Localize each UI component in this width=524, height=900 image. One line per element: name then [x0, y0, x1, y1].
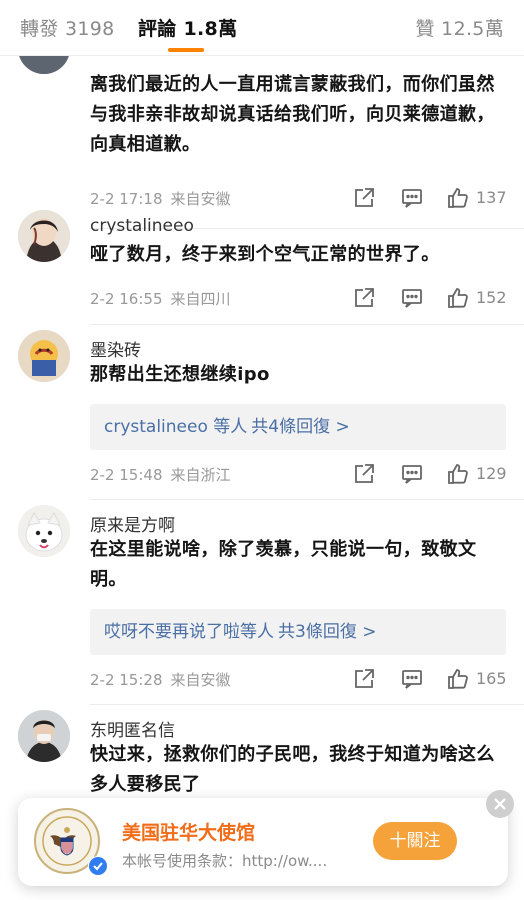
- like-icon[interactable]: [446, 462, 470, 486]
- verified-icon: [88, 856, 108, 876]
- comment-list[interactable]: 离我们最近的人一直用谎言蒙蔽我们，而你们虽然与我非亲非故却说真话给我们听，向贝莱…: [0, 56, 524, 900]
- comment-text: 哑了数月，终于来到个空气正常的世界了。: [90, 244, 440, 265]
- like-count: 152: [476, 288, 507, 307]
- replies-preview[interactable]: crystalineeo 等人 共4條回復 >: [90, 404, 506, 450]
- comment-username[interactable]: 东明匿名信: [90, 716, 175, 741]
- comment-item: crystalineeo 哑了数月，终于来到个空气正常的世界了。 2-2 16:…: [0, 204, 524, 325]
- like-icon[interactable]: [446, 286, 470, 310]
- comment-item: 原来是方啊 在这里能说啥，除了羡慕，只能说一句，致敬文明。 哎呀不要再说了啦等人…: [0, 499, 524, 705]
- tab-reposts[interactable]: 轉發 3198: [20, 14, 115, 41]
- tab-likes[interactable]: 贊 12.5萬: [416, 14, 504, 41]
- avatar[interactable]: [18, 710, 70, 762]
- comment-text: 在这里能说啥，除了羡慕，只能说一句，致敬文明。: [90, 539, 477, 590]
- avatar[interactable]: [18, 330, 70, 382]
- comment-time: 2-2 15:28: [90, 671, 163, 689]
- comment-actions: 152: [350, 286, 520, 310]
- close-icon[interactable]: [486, 790, 514, 818]
- avatar[interactable]: [18, 505, 70, 557]
- reply-icon[interactable]: [400, 286, 424, 310]
- comment-actions: 129: [350, 462, 520, 486]
- replies-users: crystalineeo 等人: [104, 417, 248, 437]
- comment-meta: 2-2 15:28 来自安徽: [90, 669, 231, 690]
- comment-text: 那帮出生还想继续ipo: [90, 364, 270, 385]
- share-icon[interactable]: [352, 667, 376, 691]
- follow-banner[interactable]: 美国驻华大使馆 本帐号使用条款：http://ow.... 十關注: [18, 790, 514, 886]
- like-count: 129: [476, 464, 507, 483]
- replies-users: 哎呀不要再说了啦等人: [104, 622, 274, 642]
- comment-username[interactable]: 墨染砖: [90, 336, 141, 361]
- replies-count[interactable]: 共4條回復 >: [251, 417, 349, 437]
- share-icon[interactable]: [352, 286, 376, 310]
- active-tab-indicator: [168, 48, 204, 52]
- comment-meta: 2-2 16:55 来自四川: [90, 288, 231, 309]
- comment-text: 快过来，拯救你们的子民吧，我终于知道为啥这么多人要移民了: [90, 744, 495, 795]
- comment-time: 2-2 16:55: [90, 290, 163, 308]
- follow-button[interactable]: 十關注: [373, 822, 457, 860]
- comment-location: 来自安徽: [170, 671, 231, 689]
- avatar[interactable]: [18, 56, 70, 74]
- replies-preview[interactable]: 哎呀不要再说了啦等人 共3條回復 >: [90, 609, 506, 655]
- comment-actions: 165: [350, 667, 520, 691]
- comment-item: 墨染砖 那帮出生还想继续ipo crystalineeo 等人 共4條回復 > 2…: [0, 324, 524, 500]
- comment-username[interactable]: 原来是方啊: [90, 511, 175, 536]
- like-count: 165: [476, 669, 507, 688]
- tab-bar: 轉發 3198 評論 1.8萬 贊 12.5萬: [0, 0, 524, 56]
- share-icon[interactable]: [352, 462, 376, 486]
- comment-location: 来自浙江: [170, 466, 231, 484]
- replies-count[interactable]: 共3條回復 >: [278, 622, 376, 642]
- comment-meta: 2-2 15:48 来自浙江: [90, 464, 231, 485]
- comment-text: 离我们最近的人一直用谎言蒙蔽我们，而你们虽然与我非亲非故却说真话给我们听，向贝莱…: [90, 74, 495, 155]
- like-icon[interactable]: [446, 667, 470, 691]
- comment-time: 2-2 15:48: [90, 466, 163, 484]
- account-description[interactable]: 本帐号使用条款：http://ow....: [122, 850, 327, 871]
- comment-location: 来自四川: [170, 290, 231, 308]
- tab-comments[interactable]: 評論 1.8萬: [138, 14, 237, 41]
- avatar[interactable]: [18, 210, 70, 262]
- account-name[interactable]: 美国驻华大使馆: [122, 818, 255, 845]
- comment-username[interactable]: crystalineeo: [90, 216, 194, 236]
- comment-item: 离我们最近的人一直用谎言蒙蔽我们，而你们虽然与我非亲非故却说真话给我们听，向贝莱…: [0, 56, 524, 229]
- tab-divider: [0, 55, 524, 56]
- reply-icon[interactable]: [400, 667, 424, 691]
- reply-icon[interactable]: [400, 462, 424, 486]
